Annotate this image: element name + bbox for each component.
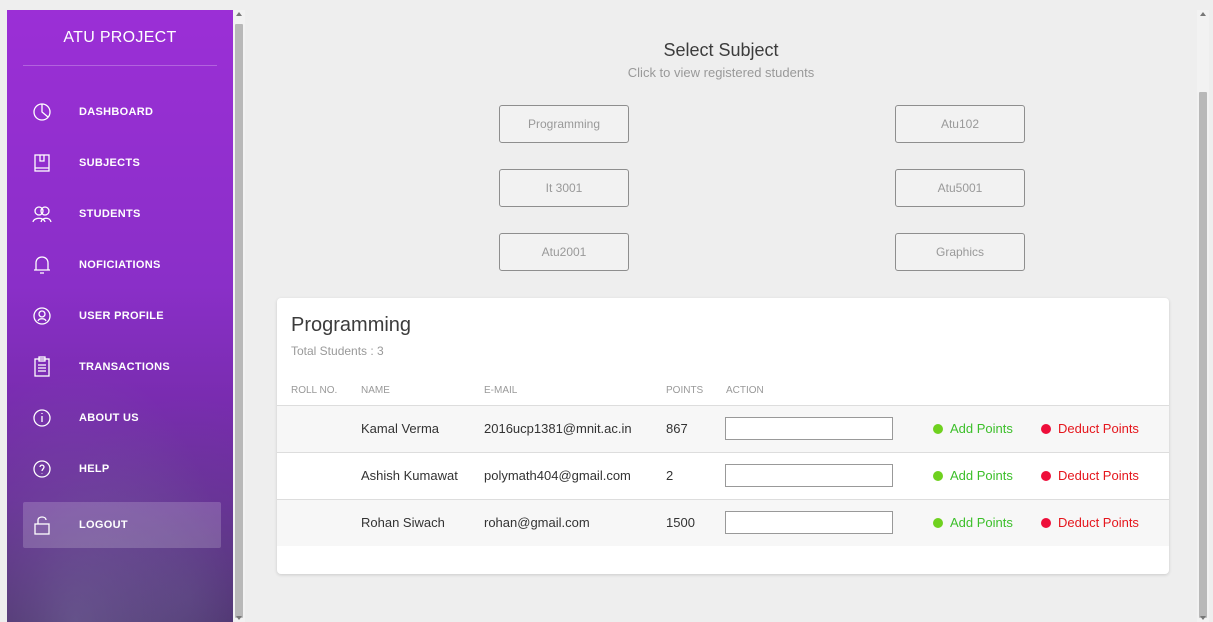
red-dot-icon [1041,470,1051,481]
column-header-name: NAME [361,385,390,396]
bell-icon [29,252,55,278]
deduct-points-button[interactable]: Deduct Points [1041,515,1139,530]
sidebar-item-subjects[interactable]: SUBJECTS [7,137,233,188]
cell-points: 867 [666,421,688,436]
help-icon [29,456,55,482]
cell-email: rohan@gmail.com [484,515,590,530]
page-title: Select Subject [663,40,779,60]
subject-button-programming[interactable]: Programming [499,105,629,143]
column-header-action: ACTION [726,385,764,396]
cell-name: Rohan Siwach [361,515,445,530]
green-dot-icon [933,470,943,481]
clipboard-icon [29,354,55,380]
pie-chart-icon [29,99,55,125]
sidebar-item-label: ABOUT US [79,411,139,424]
scrollbar-thumb[interactable] [235,24,243,618]
panel-title: Programming [291,314,412,336]
points-input[interactable] [725,464,893,487]
page-subtitle: Click to view registered students [627,65,815,80]
cell-name: Kamal Verma [361,421,440,436]
info-icon [29,405,55,431]
cell-email: polymath404@gmail.com [484,468,631,483]
column-header-email: E-MAIL [484,385,518,396]
cell-points: 1500 [666,515,695,530]
column-header-points: POINTS [666,385,704,396]
sidebar-item-label: NOFICIATIONS [79,258,161,271]
points-input[interactable] [725,511,893,534]
deduct-points-button[interactable]: Deduct Points [1041,468,1139,483]
total-students: Total Students : 3 [291,344,384,358]
cell-name: Ashish Kumawat [361,468,458,483]
users-icon [29,201,55,227]
scroll-down-arrow-icon[interactable] [236,616,242,620]
sidebar-scrollbar[interactable] [233,10,245,622]
deduct-points-button[interactable]: Deduct Points [1041,421,1139,436]
red-dot-icon [1041,517,1051,528]
subject-button-graphics[interactable]: Graphics [895,233,1025,271]
subject-button-atu102[interactable]: Atu102 [895,105,1025,143]
subject-button-it3001[interactable]: It 3001 [499,169,629,207]
subject-button-atu5001[interactable]: Atu5001 [895,169,1025,207]
scroll-down-arrow-icon[interactable] [1200,616,1206,620]
sidebar-item-students[interactable]: STUDENTS [7,188,233,239]
sidebar-item-label: HELP [79,462,110,475]
sidebar-item-user-profile[interactable]: USER PROFILE [7,290,233,341]
brand-title[interactable]: ATU PROJECT [23,10,217,66]
main-scrollbar[interactable] [1197,10,1209,622]
column-header-roll: ROLL NO. [291,385,338,396]
add-points-button[interactable]: Add Points [933,468,1013,483]
sidebar-item-label: USER PROFILE [79,309,164,322]
cell-points: 2 [666,468,674,483]
main-content: Select Subject Click to view registered … [245,10,1197,622]
sidebar-item-label: STUDENTS [79,207,141,220]
green-dot-icon [933,423,943,434]
table-row: Kamal Verma 2016ucp1381@mnit.ac.in 867 A… [277,405,1169,452]
sidebar-item-logout[interactable]: LOGOUT [23,502,221,548]
green-dot-icon [933,517,943,528]
scroll-up-arrow-icon[interactable] [236,12,242,16]
sidebar-item-about-us[interactable]: ABOUT US [7,392,233,443]
table-header: ROLL NO. NAME E-MAIL POINTS ACTION [277,385,1169,405]
scrollbar-thumb[interactable] [1199,92,1207,618]
sidebar-item-label: TRANSACTIONS [79,360,170,373]
sidebar-item-help[interactable]: HELP [7,443,233,494]
page-heading: Select Subject Click to view registered … [245,40,1197,80]
sidebar-item-label: DASHBOARD [79,105,154,118]
sidebar-item-label: SUBJECTS [79,156,141,169]
sidebar-item-transactions[interactable]: TRANSACTIONS [7,341,233,392]
add-points-button[interactable]: Add Points [933,421,1013,436]
table-row: Ashish Kumawat polymath404@gmail.com 2 A… [277,452,1169,499]
add-points-button[interactable]: Add Points [933,515,1013,530]
book-icon [29,150,55,176]
sidebar: ATU PROJECT DASHBOARD SUBJECTS STUDENTS … [7,10,233,622]
points-input[interactable] [725,417,893,440]
lock-icon [29,512,55,538]
table-row: Rohan Siwach rohan@gmail.com 1500 Add Po… [277,499,1169,546]
sidebar-item-label: LOGOUT [79,519,128,531]
sidebar-item-notifications[interactable]: NOFICIATIONS [7,239,233,290]
students-panel: Programming Total Students : 3 ROLL NO. … [277,298,1169,574]
cell-email: 2016ucp1381@mnit.ac.in [484,421,632,436]
subject-button-atu2001[interactable]: Atu2001 [499,233,629,271]
red-dot-icon [1041,423,1051,434]
sidebar-nav: DASHBOARD SUBJECTS STUDENTS NOFICIATIONS… [7,86,233,548]
sidebar-item-dashboard[interactable]: DASHBOARD [7,86,233,137]
scroll-up-arrow-icon[interactable] [1200,12,1206,16]
user-circle-icon [29,303,55,329]
